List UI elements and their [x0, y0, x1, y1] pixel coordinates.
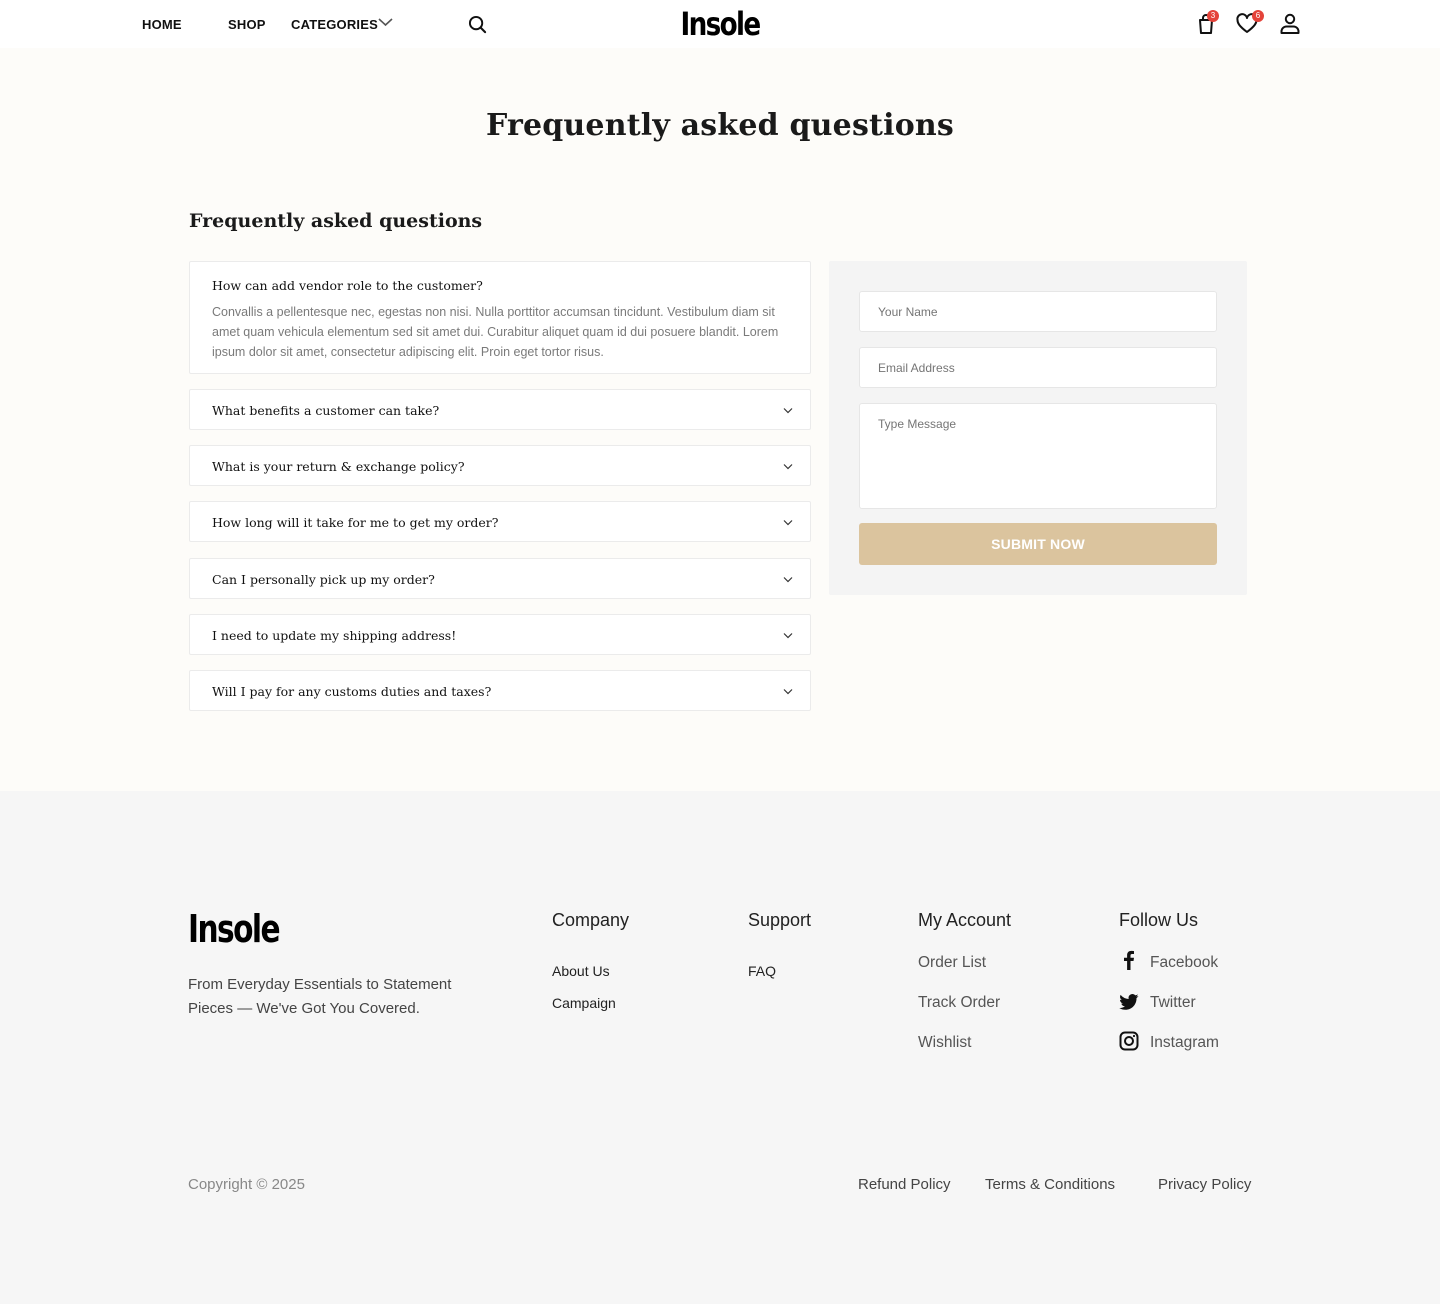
footer-tagline: From Everyday Essentials to Statement Pi…	[188, 976, 452, 1017]
wishlist-link[interactable]: Wishlist	[918, 1034, 971, 1052]
page-title: Frequently asked questions	[485, 108, 955, 143]
faq-item[interactable]: I need to update my shipping address!	[189, 614, 811, 655]
name-input[interactable]	[859, 291, 1217, 332]
faq-item[interactable]: Will I pay for any customs duties and ta…	[189, 670, 811, 711]
wishlist-count-badge: 6	[1252, 10, 1264, 22]
site-footer: Insole From Everyday Essentials to State…	[0, 791, 1440, 1304]
chevron-down-icon	[783, 408, 793, 414]
about-us-link[interactable]: About Us	[552, 963, 610, 979]
twitter-link[interactable]: Twitter	[1150, 994, 1196, 1012]
chevron-down-icon	[783, 689, 793, 695]
faq-link[interactable]: FAQ	[748, 963, 776, 979]
copyright-text: Copyright © 2025	[188, 1176, 305, 1193]
chevron-down-icon	[783, 464, 793, 470]
faq-question: What is your return & exchange policy?	[212, 459, 465, 474]
chevron-down-icon	[783, 633, 793, 639]
faq-answer: Convallis a pellentesque nec, egestas no…	[212, 305, 779, 359]
section-title: Frequently asked questions	[189, 210, 483, 232]
instagram-icon[interactable]	[1119, 1031, 1139, 1051]
submit-button[interactable]: SUBMIT NOW	[859, 523, 1217, 565]
message-textarea[interactable]	[859, 403, 1217, 509]
faq-question: I need to update my shipping address!	[212, 628, 457, 643]
faq-question: Will I pay for any customs duties and ta…	[212, 684, 492, 699]
twitter-icon[interactable]	[1119, 992, 1139, 1012]
faq-question: How can add vendor role to the customer?	[212, 278, 483, 293]
cart-button[interactable]: 3	[1194, 10, 1219, 36]
chevron-down-icon	[783, 577, 793, 583]
cart-count-badge: 3	[1207, 10, 1219, 22]
site-header: HOME SHOP CATEGORIES Insole 3 6	[0, 0, 1440, 48]
privacy-policy-link[interactable]: Privacy Policy	[1158, 1176, 1251, 1193]
faq-item-expanded[interactable]: How can add vendor role to the customer?…	[189, 261, 811, 374]
faq-item[interactable]: How long will it take for me to get my o…	[189, 501, 811, 542]
order-list-link[interactable]: Order List	[918, 954, 986, 972]
account-button[interactable]	[1278, 12, 1302, 36]
contact-form: SUBMIT NOW	[829, 261, 1247, 595]
chevron-down-icon	[783, 520, 793, 526]
refund-policy-link[interactable]: Refund Policy	[858, 1176, 951, 1193]
faq-question: Can I personally pick up my order?	[212, 572, 435, 587]
company-heading: Company	[552, 910, 630, 930]
instagram-link[interactable]: Instagram	[1150, 1034, 1219, 1052]
campaign-link[interactable]: Campaign	[552, 995, 616, 1011]
footer-logo[interactable]: Insole	[188, 907, 281, 951]
follow-heading: Follow Us	[1119, 910, 1199, 930]
faq-item[interactable]: What benefits a customer can take?	[189, 389, 811, 430]
faq-question: How long will it take for me to get my o…	[212, 515, 499, 530]
support-heading: Support	[748, 910, 812, 930]
wishlist-button[interactable]: 6	[1235, 10, 1264, 36]
account-heading: My Account	[918, 910, 1012, 930]
faq-question: What benefits a customer can take?	[212, 403, 440, 418]
faq-item[interactable]: Can I personally pick up my order?	[189, 558, 811, 599]
email-input[interactable]	[859, 347, 1217, 388]
site-logo[interactable]: Insole	[130, 5, 1311, 43]
faq-item[interactable]: What is your return & exchange policy?	[189, 445, 811, 486]
facebook-icon[interactable]	[1119, 950, 1139, 970]
facebook-link[interactable]: Facebook	[1150, 954, 1218, 972]
terms-conditions-link[interactable]: Terms & Conditions	[985, 1176, 1115, 1193]
user-icon	[1280, 13, 1300, 34]
track-order-link[interactable]: Track Order	[918, 994, 1000, 1012]
